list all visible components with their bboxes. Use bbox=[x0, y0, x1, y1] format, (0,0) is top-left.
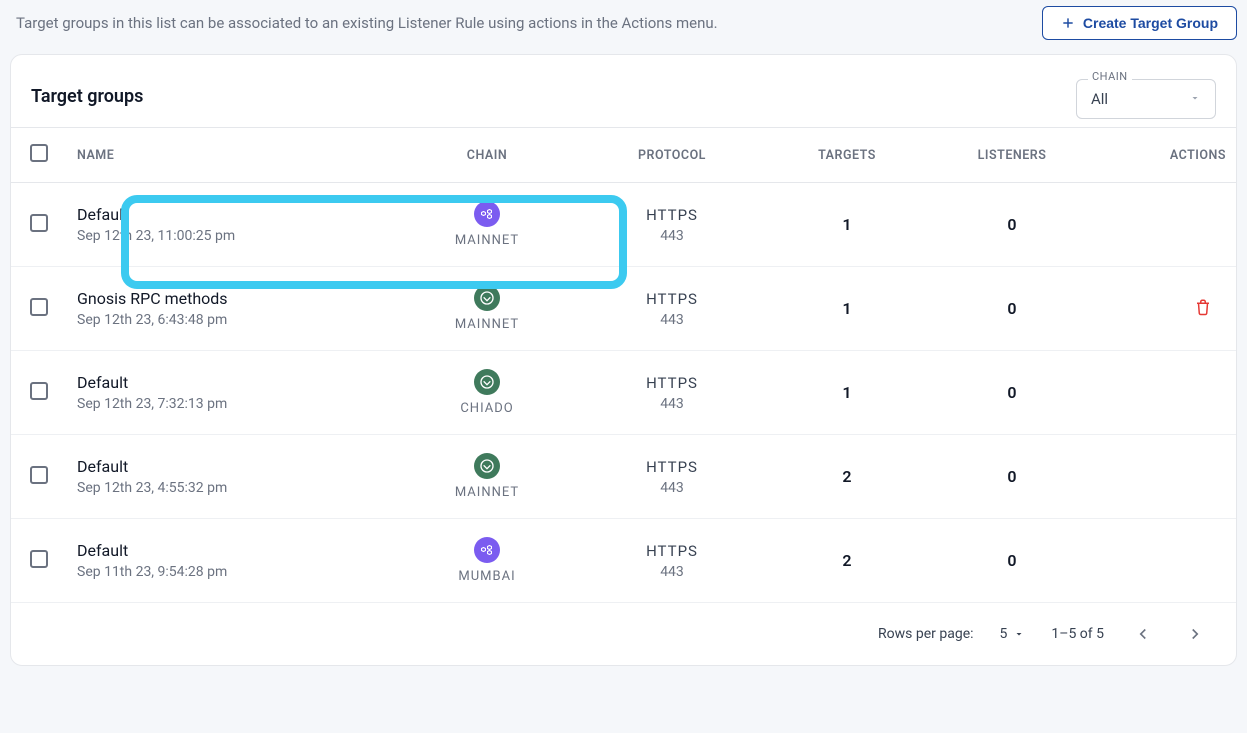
protocol-name: HTTPS bbox=[587, 458, 757, 476]
col-name[interactable]: NAME bbox=[67, 128, 397, 183]
row-checkbox[interactable] bbox=[30, 214, 48, 232]
pagination: Rows per page: 5 1–5 of 5 bbox=[11, 603, 1236, 665]
targets-count: 1 bbox=[767, 351, 927, 435]
row-name: Gnosis RPC methods bbox=[77, 289, 387, 308]
rows-per-page-value: 5 bbox=[1000, 626, 1008, 642]
pagination-range: 1–5 of 5 bbox=[1051, 626, 1104, 642]
protocol-port: 443 bbox=[587, 312, 757, 328]
row-date: Sep 12th 23, 4:55:32 pm bbox=[77, 480, 387, 496]
col-protocol[interactable]: PROTOCOL bbox=[577, 128, 767, 183]
chain-filter-select[interactable]: All bbox=[1076, 79, 1216, 119]
chain-label: MAINNET bbox=[455, 233, 519, 248]
row-checkbox[interactable] bbox=[30, 382, 48, 400]
chain-label: MAINNET bbox=[455, 485, 519, 500]
protocol-name: HTTPS bbox=[587, 290, 757, 308]
row-date: Sep 11th 23, 9:54:28 pm bbox=[77, 564, 387, 580]
protocol-port: 443 bbox=[587, 480, 757, 496]
listeners-count: 0 bbox=[927, 435, 1097, 519]
row-checkbox[interactable] bbox=[30, 298, 48, 316]
row-date: Sep 12th 23, 7:32:13 pm bbox=[77, 396, 387, 412]
chain-filter-legend: CHAIN bbox=[1088, 70, 1132, 83]
col-listeners[interactable]: LISTENERS bbox=[927, 128, 1097, 183]
polygon-chain-icon bbox=[474, 201, 500, 227]
caret-down-icon bbox=[1189, 90, 1201, 108]
row-name: Default bbox=[77, 541, 387, 560]
listeners-count: 0 bbox=[927, 183, 1097, 267]
polygon-chain-icon bbox=[474, 537, 500, 563]
targets-count: 2 bbox=[767, 435, 927, 519]
listeners-count: 0 bbox=[927, 267, 1097, 351]
table-row[interactable]: Default Sep 12th 23, 7:32:13 pm CHIADO HTTP… bbox=[11, 351, 1236, 435]
chain-label: CHIADO bbox=[460, 401, 513, 416]
protocol-name: HTTPS bbox=[587, 206, 757, 224]
rows-per-page-label: Rows per page: bbox=[878, 626, 973, 642]
gnosis-chain-icon bbox=[474, 285, 500, 311]
protocol-port: 443 bbox=[587, 564, 757, 580]
protocol-name: HTTPS bbox=[587, 542, 757, 560]
col-actions: ACTIONS bbox=[1097, 128, 1236, 183]
create-target-group-label: Create Target Group bbox=[1083, 15, 1218, 31]
delete-button[interactable] bbox=[1194, 302, 1212, 320]
protocol-port: 443 bbox=[587, 228, 757, 244]
hint-text: Target groups in this list can be associ… bbox=[16, 14, 718, 32]
protocol-name: HTTPS bbox=[587, 374, 757, 392]
caret-down-icon bbox=[1013, 628, 1025, 640]
row-date: Sep 12th 23, 6:43:48 pm bbox=[77, 312, 387, 328]
card-title: Target groups bbox=[31, 86, 143, 107]
targets-count: 2 bbox=[767, 519, 927, 603]
rows-per-page-select[interactable]: 5 bbox=[1000, 626, 1026, 642]
prev-page-button[interactable] bbox=[1130, 621, 1156, 647]
plus-icon bbox=[1061, 16, 1075, 30]
gnosis-chain-icon bbox=[474, 369, 500, 395]
targets-count: 1 bbox=[767, 267, 927, 351]
row-date: Sep 12th 23, 11:00:25 pm bbox=[77, 228, 387, 244]
row-name: Default bbox=[77, 205, 387, 224]
listeners-count: 0 bbox=[927, 519, 1097, 603]
select-all-checkbox[interactable] bbox=[30, 144, 48, 162]
protocol-port: 443 bbox=[587, 396, 757, 412]
chain-label: MUMBAI bbox=[458, 569, 515, 584]
gnosis-chain-icon bbox=[474, 453, 500, 479]
chain-filter-value: All bbox=[1091, 90, 1108, 108]
targets-count: 1 bbox=[767, 183, 927, 267]
row-name: Default bbox=[77, 457, 387, 476]
table-row[interactable]: Gnosis RPC methods Sep 12th 23, 6:43:48 p… bbox=[11, 267, 1236, 351]
target-groups-table: NAME CHAIN PROTOCOL TARGETS LISTENERS AC… bbox=[11, 127, 1236, 603]
col-targets[interactable]: TARGETS bbox=[767, 128, 927, 183]
table-row[interactable]: Default Sep 11th 23, 9:54:28 pm MUMBAI HTTP… bbox=[11, 519, 1236, 603]
table-row[interactable]: Default Sep 12th 23, 4:55:32 pm MAINNET HTT… bbox=[11, 435, 1236, 519]
table-row[interactable]: Default Sep 12th 23, 11:00:25 pm MAINNET HT… bbox=[11, 183, 1236, 267]
target-groups-card: Target groups CHAIN All NAME bbox=[10, 54, 1237, 666]
listeners-count: 0 bbox=[927, 351, 1097, 435]
chain-label: MAINNET bbox=[455, 317, 519, 332]
create-target-group-button[interactable]: Create Target Group bbox=[1042, 6, 1237, 40]
row-checkbox[interactable] bbox=[30, 550, 48, 568]
next-page-button[interactable] bbox=[1182, 621, 1208, 647]
row-name: Default bbox=[77, 373, 387, 392]
col-chain[interactable]: CHAIN bbox=[397, 128, 577, 183]
row-checkbox[interactable] bbox=[30, 466, 48, 484]
